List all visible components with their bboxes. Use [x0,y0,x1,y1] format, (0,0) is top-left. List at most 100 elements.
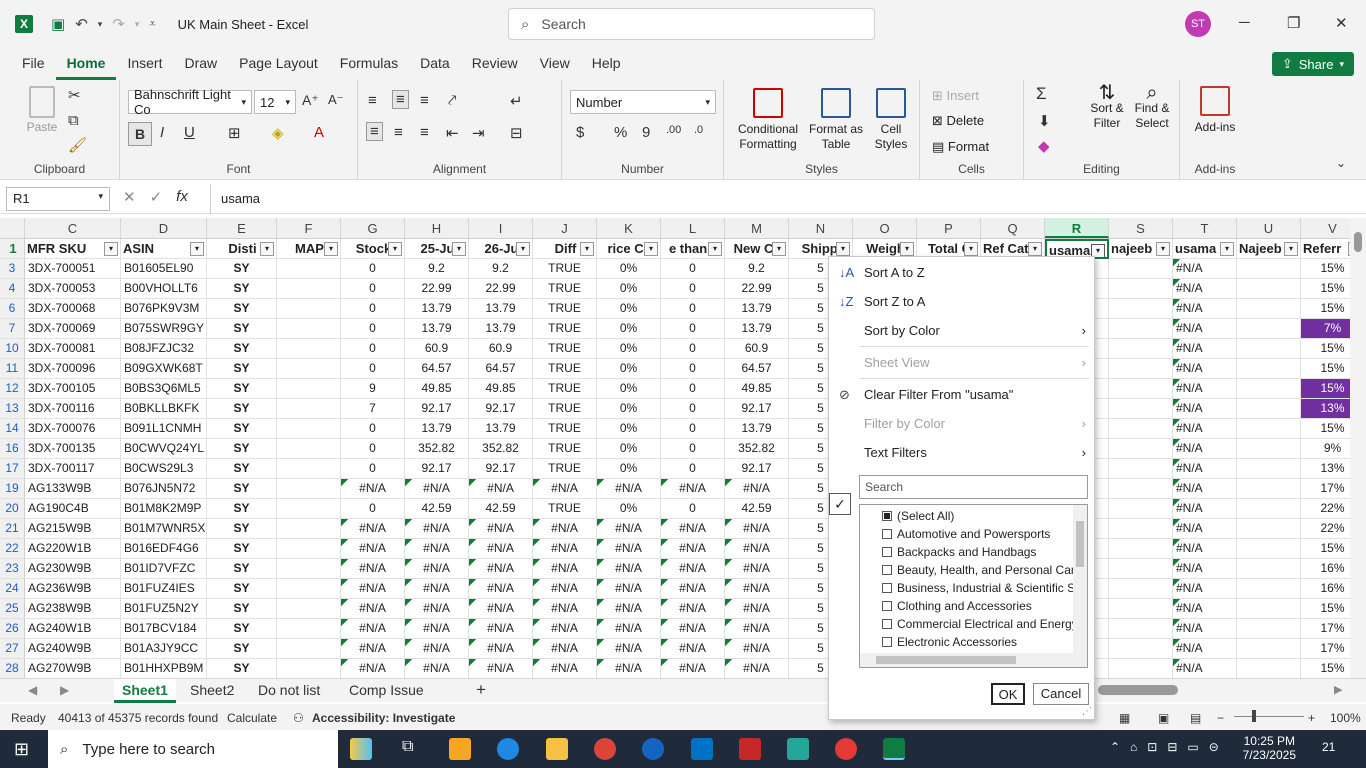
cell[interactable]: #N/A [1173,299,1237,319]
cell[interactable]: SY [207,459,277,479]
cell[interactable] [1109,519,1173,539]
cell[interactable]: TRUE [533,379,597,399]
cell[interactable]: 92.17 [469,459,533,479]
sort-a-to-z-item[interactable]: ↓A Sort A to Z [829,260,1094,286]
row-number[interactable]: 28 [0,659,25,678]
filter-dropdown-icon[interactable]: ▾ [1156,242,1170,256]
cell[interactable]: SY [207,619,277,639]
insert-function-icon[interactable]: fx [176,188,188,206]
cell[interactable]: #N/A [405,539,469,559]
cell[interactable]: B01HHXPB9M [121,659,207,678]
cell[interactable]: 15% [1301,539,1350,559]
cell[interactable] [1109,639,1173,659]
formula-input[interactable]: usama [210,184,1350,214]
cell[interactable]: 0 [661,319,725,339]
cell[interactable]: 0% [597,379,661,399]
header-cell-h[interactable]: 25-Ju ▾ [405,239,469,259]
row-number[interactable]: 24 [0,579,25,599]
column-header-d[interactable]: D [121,218,207,238]
filter-dropdown-icon[interactable]: ▾ [1284,242,1298,256]
column-header-j[interactable]: J [533,218,597,238]
filter-dropdown-icon[interactable]: ▾ [388,242,402,256]
increase-decimal-icon[interactable]: .00 [666,124,681,136]
bold-icon[interactable]: B [128,122,152,146]
file-explorer-icon[interactable] [546,738,568,760]
cell[interactable]: B091L1CNMH [121,419,207,439]
cell[interactable]: #N/A [469,479,533,499]
chrome-icon[interactable] [594,738,616,760]
cell[interactable]: B076JN5N72 [121,479,207,499]
cell[interactable]: 92.17 [725,459,789,479]
cell[interactable]: #N/A [1173,659,1237,678]
cell[interactable]: #N/A [341,539,405,559]
cell[interactable] [277,539,341,559]
cell[interactable]: 0% [597,419,661,439]
cell[interactable]: #N/A [341,519,405,539]
cell[interactable]: 3DX-700053 [25,279,121,299]
copy-icon[interactable]: ⧉ [68,112,79,129]
cell[interactable] [1109,659,1173,678]
cell[interactable] [1109,379,1173,399]
cell[interactable]: SY [207,259,277,279]
header-cell-u[interactable]: Najeeb ▾ [1237,239,1301,259]
cell[interactable]: #N/A [341,659,405,678]
cell[interactable]: #N/A [1173,639,1237,659]
cell[interactable]: SY [207,339,277,359]
column-header-c[interactable]: C [25,218,121,238]
cell[interactable]: AG215W9B [25,519,121,539]
cell-styles-button[interactable]: Cell Styles [868,88,914,152]
cell[interactable]: 13.79 [725,299,789,319]
cell[interactable]: #N/A [469,599,533,619]
cell[interactable]: #N/A [661,619,725,639]
horizontal-scroll-thumb[interactable] [1098,685,1178,695]
cell[interactable]: TRUE [533,259,597,279]
cell[interactable]: 13.79 [469,299,533,319]
cell[interactable]: #N/A [597,479,661,499]
cancel-button[interactable]: Cancel [1033,683,1089,705]
font-color-icon[interactable]: A [314,124,324,141]
cell[interactable]: 15% [1301,419,1350,439]
prev-sheet-icon[interactable]: ◀ [20,679,45,703]
cell[interactable]: #N/A [469,539,533,559]
filter-value-checkbox[interactable]: Automotive and Powersports [882,525,1050,543]
cell[interactable] [277,659,341,678]
cell[interactable]: SY [207,559,277,579]
filezilla-icon[interactable] [739,738,761,760]
cell[interactable]: 9.2 [405,259,469,279]
select-all-corner[interactable] [0,218,25,238]
cell[interactable]: 15% [1301,379,1350,399]
cell[interactable] [1237,579,1301,599]
autosum-icon[interactable]: Σ [1036,84,1047,104]
cell[interactable]: 0 [661,259,725,279]
cell[interactable] [1237,259,1301,279]
filter-dropdown-icon[interactable]: ▾ [580,242,594,256]
cell[interactable] [1237,439,1301,459]
cell[interactable]: #N/A [725,639,789,659]
cell[interactable]: #N/A [725,479,789,499]
row-number[interactable]: 4 [0,279,25,299]
cell[interactable]: 3DX-700135 [25,439,121,459]
cell[interactable] [277,379,341,399]
underline-icon[interactable]: U [184,124,195,141]
cell[interactable]: 0 [661,499,725,519]
cell[interactable] [1109,559,1173,579]
cell[interactable]: #N/A [1173,619,1237,639]
column-header-p[interactable]: P [917,218,981,238]
cell[interactable]: 64.57 [469,359,533,379]
cell[interactable]: 0% [597,319,661,339]
cell[interactable]: AG270W9B [25,659,121,678]
task-view-icon[interactable]: ⧉ [402,738,424,760]
header-cell-e[interactable]: Disti ▾ [207,239,277,259]
cell[interactable]: 13.79 [405,299,469,319]
cell[interactable]: #N/A [405,619,469,639]
cell[interactable]: 49.85 [405,379,469,399]
cell[interactable]: #N/A [597,579,661,599]
cell[interactable]: B0BS3Q6ML5 [121,379,207,399]
cell[interactable]: SY [207,639,277,659]
row-number[interactable]: 7 [0,319,25,339]
cell[interactable]: 17% [1301,479,1350,499]
cell[interactable] [1237,559,1301,579]
cell[interactable]: 22% [1301,499,1350,519]
cell[interactable] [1109,279,1173,299]
cell[interactable]: SY [207,439,277,459]
